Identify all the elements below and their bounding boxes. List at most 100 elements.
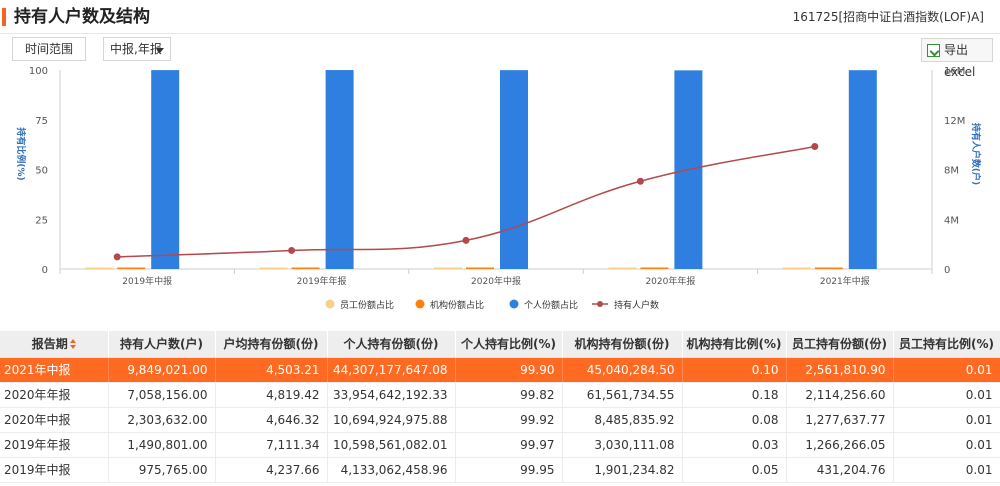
- chevron-down-icon: [156, 48, 164, 53]
- column-header[interactable]: 报告期: [0, 331, 109, 358]
- y-axis-right-title: 持有人户数(户): [970, 123, 982, 185]
- table-cell: 1,901,234.82: [562, 457, 683, 483]
- column-header[interactable]: 机构持有比例(%): [682, 331, 787, 358]
- legend-label: 个人份额占比: [524, 299, 578, 311]
- table-cell: 0.03: [682, 432, 787, 458]
- legend-swatch: [509, 299, 519, 309]
- bar-personal: [325, 70, 354, 270]
- column-header-label: 报告期: [31, 337, 68, 352]
- y-tick-label-right: 12M: [944, 116, 965, 127]
- table-cell: 1,490,801.00: [108, 432, 216, 458]
- table-cell: 99.95: [455, 457, 563, 483]
- table-cell: 0.18: [682, 382, 787, 408]
- table-cell: 0.01: [893, 357, 1000, 383]
- column-header-label: 个人持有份额(份): [343, 337, 439, 352]
- table-cell: 2,303,632.00: [108, 407, 216, 433]
- table-row[interactable]: 2020年中报 2,303,632.00 4,646.32 10,694,924,97…: [0, 407, 1000, 433]
- table-cell: 2019年年报: [0, 432, 109, 458]
- table-row[interactable]: 2019年年报 1,490,801.00 7,111.34 10,598,561,08…: [0, 432, 1000, 458]
- table-cell: 45,040,284.50: [562, 357, 683, 383]
- table-cell: 0.08: [682, 407, 787, 433]
- column-header[interactable]: 个人持有比例(%): [455, 331, 563, 358]
- holders-point: [636, 177, 644, 185]
- holders-point: [113, 253, 121, 261]
- y-tick-label-right: 0: [944, 265, 950, 276]
- column-header-label: 员工持有份额(份): [792, 337, 887, 352]
- column-header-label: 持有人户数(户): [120, 337, 203, 352]
- excel-icon: [927, 44, 940, 57]
- y-tick-label-right: 4M: [944, 215, 959, 226]
- x-tick-label: 2021年中报: [820, 275, 870, 287]
- table-row[interactable]: 2020年年报 7,058,156.00 4,819.42 33,954,642,19…: [0, 382, 1000, 408]
- table-cell: 61,561,734.55: [562, 382, 683, 408]
- bar-employee: [434, 267, 462, 269]
- y-tick-label-right: 8M: [944, 166, 959, 177]
- table-cell: 431,204.76: [786, 457, 894, 483]
- y-tick-label-left: 25: [35, 215, 48, 226]
- table-cell: 2020年中报: [0, 407, 109, 433]
- bar-personal: [151, 70, 180, 269]
- time-range-button[interactable]: 时间范围: [12, 37, 86, 61]
- legend-swatch: [415, 299, 425, 309]
- bar-institution: [640, 267, 669, 269]
- y-axis-left-title: 持有比例(%): [15, 127, 27, 180]
- bar-employee: [85, 267, 114, 269]
- column-header[interactable]: 员工持有份额(份): [786, 331, 894, 358]
- table-cell: 975,765.00: [108, 457, 216, 483]
- bar-employee: [259, 267, 288, 269]
- toolbar: 时间范围 中报,年报 导出excel: [0, 35, 1000, 79]
- table-cell: 10,598,561,082.01: [327, 432, 456, 458]
- column-header[interactable]: 机构持有份额(份): [562, 331, 683, 358]
- table-cell: 8,485,835.92: [562, 407, 683, 433]
- table-cell: 7,111.34: [215, 432, 328, 458]
- table-cell: 9,849,021.00: [108, 357, 216, 383]
- period-select-label: 中报,年报: [110, 42, 162, 56]
- column-header[interactable]: 户均持有份额(份): [215, 331, 328, 358]
- legend-swatch: [325, 299, 335, 309]
- table-cell: 2021年中报: [0, 357, 109, 383]
- y-tick-label-right: 16M: [944, 66, 965, 77]
- table-cell: 4,133,062,458.96: [327, 457, 456, 483]
- table-row[interactable]: 2021年中报 9,849,021.00 4,503.21 44,307,177,64…: [0, 357, 1000, 383]
- period-select[interactable]: 中报,年报: [103, 37, 171, 61]
- bar-personal: [500, 70, 528, 269]
- x-tick-label: 2020年中报: [471, 275, 521, 287]
- fund-name: 161725[招商中证白酒指数(LOF)A]: [792, 10, 984, 24]
- y-tick-label-left: 0: [42, 265, 48, 276]
- table-cell: 44,307,177,647.08: [327, 357, 456, 383]
- table-cell: 0.01: [893, 432, 1000, 458]
- table-cell: 2020年年报: [0, 382, 109, 408]
- column-header-label: 员工持有比例(%): [899, 337, 994, 352]
- table-cell: 99.92: [455, 407, 563, 433]
- x-tick-label: 2019年年报: [297, 275, 347, 287]
- column-header[interactable]: 员工持有比例(%): [893, 331, 1000, 358]
- export-excel-button[interactable]: 导出excel: [921, 38, 993, 79]
- bar-personal: [848, 70, 877, 269]
- x-tick-label: 2020年年报: [645, 275, 695, 287]
- holders-point: [811, 143, 819, 151]
- table-cell: 4,503.21: [215, 357, 328, 383]
- table-cell: 4,646.32: [215, 407, 328, 433]
- table-row[interactable]: 2019年中报 975,765.00 4,237.66 4,133,062,458.9…: [0, 457, 1000, 483]
- table-cell: 33,954,642,192.33: [327, 382, 456, 408]
- bar-institution: [291, 267, 320, 269]
- table-cell: 1,266,266.05: [786, 432, 894, 458]
- table-cell: 99.90: [455, 357, 563, 383]
- column-header[interactable]: 持有人户数(户): [108, 331, 216, 358]
- legend-swatch: [597, 301, 603, 307]
- column-header[interactable]: 个人持有份额(份): [327, 331, 456, 358]
- table-cell: 0.01: [893, 382, 1000, 408]
- column-header-label: 机构持有比例(%): [686, 337, 782, 352]
- table-cell: 0.05: [682, 457, 787, 483]
- legend-label: 持有人户数: [614, 299, 659, 311]
- holders-point: [288, 246, 296, 254]
- holder-structure-chart: 0 25 50 75 100 0 4M 8M 12M 16M 持有比例(%) 持有人户数(户) 2019…: [15, 66, 982, 311]
- bar-institution: [466, 267, 494, 269]
- table-cell: 3,030,111.08: [562, 432, 683, 458]
- table-cell: 2,114,256.60: [786, 382, 894, 408]
- column-header-label: 个人持有比例(%): [461, 337, 556, 352]
- table-cell: 4,237.66: [215, 457, 328, 483]
- table-cell: 2,561,810.90: [786, 357, 894, 383]
- table-cell: 2019年中报: [0, 457, 109, 483]
- sort-icon[interactable]: [69, 338, 76, 351]
